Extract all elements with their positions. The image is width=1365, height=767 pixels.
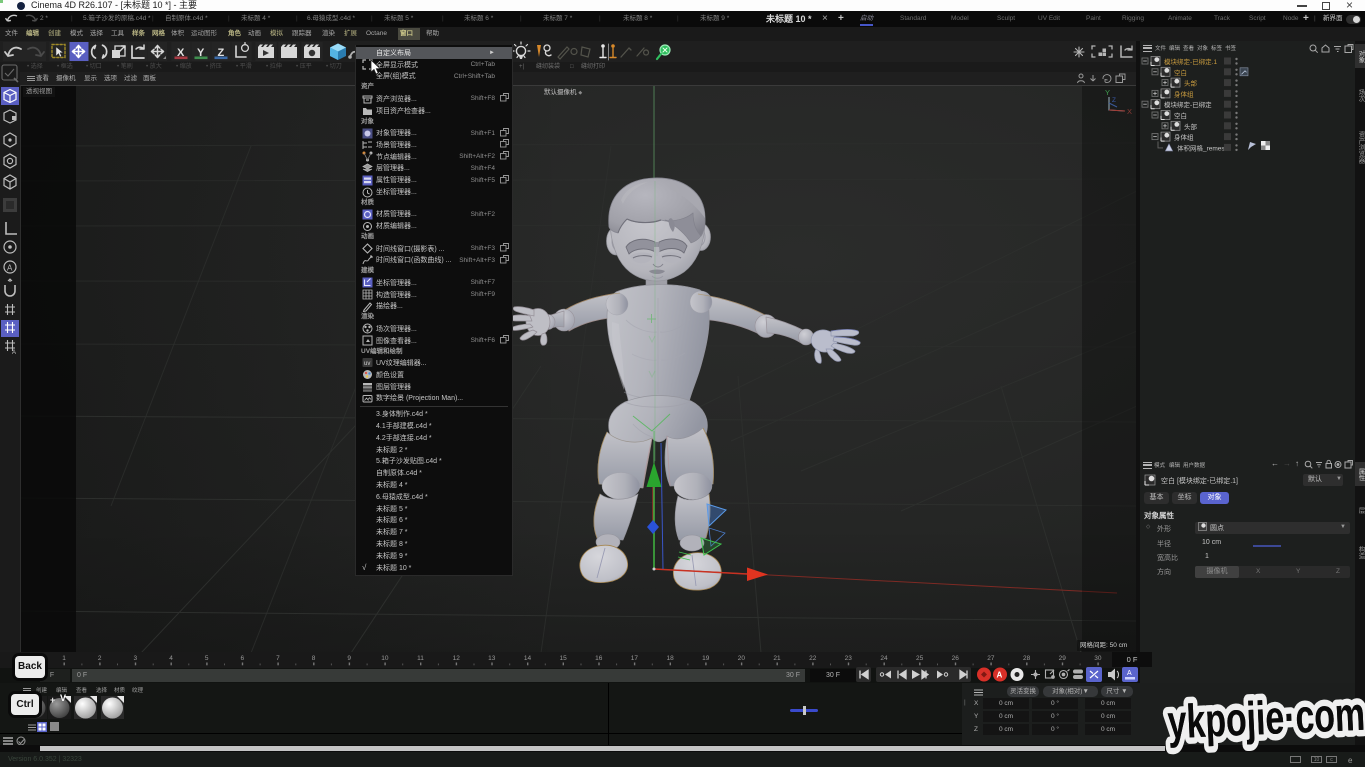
svg-text:模块绑定-已绑定: 模块绑定-已绑定 — [1164, 100, 1212, 109]
svg-text:14: 14 — [524, 655, 532, 662]
svg-text:Y: Y — [1105, 88, 1110, 97]
svg-text:24: 24 — [880, 655, 888, 662]
svg-text:10: 10 — [381, 655, 389, 662]
svg-text:26: 26 — [952, 655, 960, 662]
svg-text:7: 7 — [276, 655, 280, 662]
svg-text:头部: 头部 — [1184, 79, 1198, 88]
svg-text:3: 3 — [133, 655, 137, 662]
svg-text:23: 23 — [845, 655, 853, 662]
svg-text:模块绑定-已绑定.1: 模块绑定-已绑定.1 — [1164, 57, 1217, 66]
svg-text:Z: Z — [218, 47, 225, 59]
svg-text:21: 21 — [773, 655, 781, 662]
svg-text:11: 11 — [417, 655, 424, 662]
svg-text:13: 13 — [488, 655, 496, 662]
svg-text:A: A — [1127, 670, 1132, 677]
svg-text:22: 22 — [809, 655, 817, 662]
svg-text:19: 19 — [702, 655, 710, 662]
svg-text:身体组: 身体组 — [1174, 133, 1194, 142]
svg-text:空白: 空白 — [1174, 68, 1187, 77]
svg-text:6: 6 — [240, 655, 244, 662]
svg-text:15: 15 — [559, 655, 567, 662]
svg-text:29: 29 — [1059, 655, 1067, 662]
svg-text:5: 5 — [205, 655, 209, 662]
svg-text:身体组: 身体组 — [1174, 89, 1194, 98]
svg-text:28: 28 — [1023, 655, 1031, 662]
svg-text:头部: 头部 — [1184, 122, 1198, 131]
svg-text:17: 17 — [631, 655, 639, 662]
svg-text:30: 30 — [1094, 655, 1102, 662]
svg-text:X: X — [177, 47, 185, 59]
svg-text:20: 20 — [738, 655, 746, 662]
svg-text:12: 12 — [453, 655, 461, 662]
svg-text:18: 18 — [666, 655, 674, 662]
svg-text:A: A — [997, 671, 1003, 680]
svg-text:8: 8 — [312, 655, 316, 662]
svg-text:2: 2 — [98, 655, 102, 662]
svg-text:ykpojie·com: ykpojie·com — [1167, 687, 1365, 748]
svg-text:25: 25 — [916, 655, 924, 662]
svg-text:27: 27 — [987, 655, 995, 662]
svg-text:9: 9 — [347, 655, 351, 662]
svg-text:空白: 空白 — [1174, 111, 1187, 120]
svg-text:1: 1 — [62, 655, 66, 662]
svg-text:uv: uv — [364, 361, 370, 367]
svg-text:A: A — [12, 350, 16, 356]
svg-text:A: A — [7, 264, 13, 273]
svg-text:体积网格_remesh: 体积网格_remesh — [1177, 143, 1229, 152]
svg-text:X: X — [1127, 107, 1132, 116]
svg-text:4: 4 — [169, 655, 173, 662]
svg-text:Z: Z — [1112, 97, 1116, 104]
svg-text:Y: Y — [197, 47, 205, 59]
svg-text:16: 16 — [595, 655, 603, 662]
